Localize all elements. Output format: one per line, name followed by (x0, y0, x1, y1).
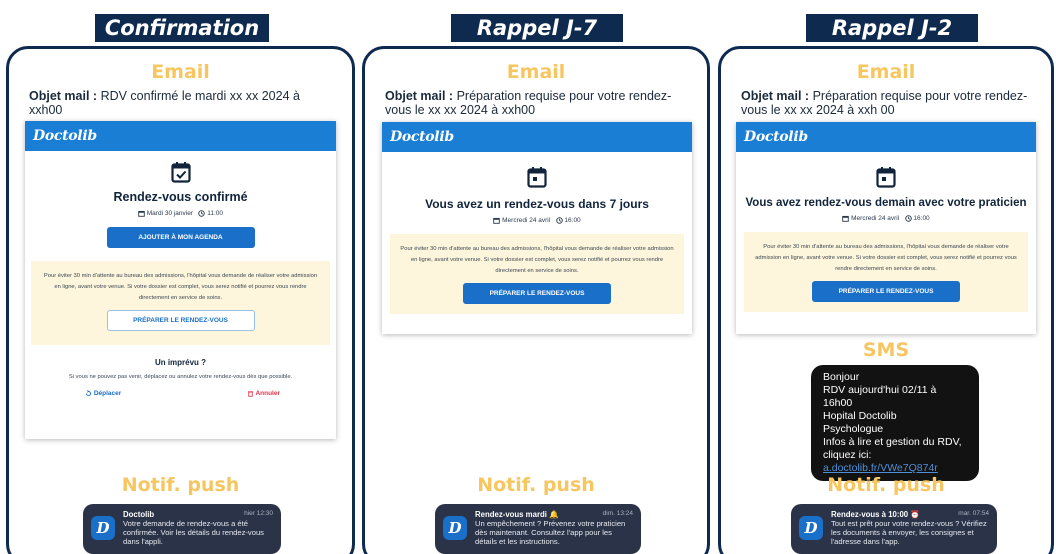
subject-label: Objet mail : (29, 89, 98, 103)
appointment-datetime: Mercredi 24 avril 16:00 (736, 215, 1036, 222)
sms-link[interactable]: a.doctolib.fr/VWe7Q874r (823, 462, 938, 474)
push-body: Tout est prêt pour votre rendez-vous ? V… (831, 519, 987, 546)
move-icon (85, 390, 92, 397)
email-headline: Vous avez un rendez-vous dans 7 jours (425, 197, 649, 211)
appointment-date: Mercredi 24 avril (502, 217, 551, 225)
sms-line: Bonjour (823, 371, 860, 383)
admission-info-text: Pour éviter 30 min d'attente au bureau d… (755, 244, 1017, 273)
calendar-icon (876, 167, 896, 188)
doctolib-app-icon: D (799, 516, 823, 540)
admission-info-text: Pour éviter 30 min d'attente au bureau d… (400, 246, 674, 275)
prepare-appointment-button[interactable]: PRÉPARER LE RENDEZ-VOUS (812, 281, 960, 303)
sms-section-heading: SMS (862, 339, 910, 361)
panel-reminder-2: Email Objet mail : Préparation requise p… (718, 46, 1054, 554)
email-preview-card: Doctolib Rendez-vous confirmé Mardi 30 j… (25, 121, 336, 439)
email-headline: Vous avez rendez-vous demain avec votre … (745, 197, 1027, 209)
email-subject: Objet mail : RDV confirmé le mardi xx xx… (29, 89, 336, 117)
push-notification[interactable]: D Rendez-vous à 10:00 ⏰ mar. 07:54 Tout … (791, 504, 997, 554)
cancel-appointment-label: Annuler (255, 390, 280, 398)
calendar-check-icon (170, 162, 191, 183)
email-subject: Objet mail : Préparation requise pour vo… (385, 89, 691, 117)
push-section-heading: Notif. push (477, 474, 595, 496)
push-body: Un empêchement ? Prévenez votre praticie… (475, 519, 626, 546)
column-title-confirmation: Confirmation (95, 14, 269, 42)
sms-message: Bonjour RDV aujourd'hui 02/11 à 16h00 Ho… (811, 365, 979, 481)
push-notification[interactable]: D Doctolib hier 12:30 Votre demande de r… (83, 504, 281, 554)
appointment-time: 16:00 (913, 215, 930, 223)
email-subject: Objet mail : Préparation requise pour vo… (741, 89, 1035, 117)
admission-info-box: Pour éviter 30 min d'attente au bureau d… (390, 234, 684, 315)
appointment-date: Mardi 30 janvier (146, 210, 194, 218)
column-title-reminder-2: Rappel J-2 (806, 14, 978, 42)
push-time: dim. 13:24 (602, 510, 633, 517)
email-headline: Rendez-vous confirmé (113, 190, 248, 204)
appointment-time: 16:00 (564, 217, 581, 225)
appointment-datetime: Mardi 30 janvier 11:00 (25, 210, 336, 217)
email-section-heading: Email (151, 61, 210, 83)
clock-icon (904, 215, 912, 222)
trash-icon (247, 391, 253, 397)
panel-reminder-7: Email Objet mail : Préparation requise p… (362, 46, 710, 554)
admission-info-box: Pour éviter 30 min d'attente au bureau d… (744, 232, 1028, 313)
calendar-icon (138, 210, 145, 217)
sms-line: Hopital Doctolib (823, 410, 897, 422)
push-time: mar. 07:54 (958, 510, 989, 517)
sms-link-prefix: cliquez ici: (823, 449, 872, 461)
panel-confirmation: Email Objet mail : RDV confirmé le mardi… (6, 46, 355, 554)
sms-link-line: cliquez ici: a.doctolib.fr/VWe7Q874r (823, 449, 967, 475)
email-preview-card: Doctolib Vous avez un rendez-vous dans 7… (382, 122, 692, 334)
clock-icon (198, 210, 206, 217)
email-preview-card: Doctolib Vous avez rendez-vous demain av… (736, 122, 1036, 334)
appointment-actions: Déplacer Annuler (25, 390, 336, 397)
calendar-icon (842, 215, 850, 222)
column-title-reminder-7: Rappel J-7 (451, 14, 623, 42)
doctolib-logo: Doctolib (736, 122, 1036, 152)
push-body: Votre demande de rendez-vous a été confi… (123, 519, 264, 546)
push-notification[interactable]: D Rendez-vous mardi 🔔 dim. 13:24 Un empê… (435, 504, 641, 554)
clock-icon (555, 217, 563, 224)
appointment-date: Mercredi 24 avril (851, 215, 900, 223)
subject-label: Objet mail : (385, 89, 454, 103)
cancel-appointment-link[interactable]: Annuler (247, 390, 280, 397)
unexpected-text: Si vous ne pouvez pas venir, déplacez ou… (68, 374, 293, 381)
sms-line: RDV aujourd'hui 02/11 à 16h00 (823, 384, 937, 409)
prepare-appointment-button[interactable]: PRÉPARER LE RENDEZ-VOUS (463, 283, 611, 305)
appointment-time: 11:00 (207, 210, 224, 218)
doctolib-logo: Doctolib (25, 121, 336, 151)
email-section-heading: Email (856, 61, 916, 83)
sms-line: Psychologue (823, 423, 884, 435)
push-section-heading: Notif. push (827, 474, 945, 496)
calendar-icon (527, 167, 547, 188)
calendar-icon (493, 217, 501, 224)
doctolib-app-icon: D (91, 516, 115, 540)
push-time: hier 12:30 (244, 510, 273, 517)
doctolib-app-icon: D (443, 516, 467, 540)
add-to-agenda-button[interactable]: AJOUTER À MON AGENDA (106, 227, 255, 249)
unexpected-title: Un imprévu ? (154, 358, 207, 368)
doctolib-logo: Doctolib (382, 122, 692, 152)
move-appointment-link[interactable]: Déplacer (85, 390, 121, 397)
email-section-heading: Email (506, 61, 566, 83)
subject-label: Objet mail : (741, 89, 810, 103)
prepare-appointment-button[interactable]: PRÉPARER LE RENDEZ-VOUS (106, 310, 255, 332)
move-appointment-label: Déplacer (93, 390, 122, 398)
push-section-heading: Notif. push (121, 474, 240, 496)
admission-info-text: Pour éviter 30 min d'attente au bureau d… (43, 273, 318, 302)
admission-info-box: Pour éviter 30 min d'attente au bureau d… (31, 261, 330, 346)
sms-line: Infos à lire et gestion du RDV, (823, 436, 962, 448)
appointment-datetime: Mercredi 24 avril 16:00 (382, 217, 692, 224)
